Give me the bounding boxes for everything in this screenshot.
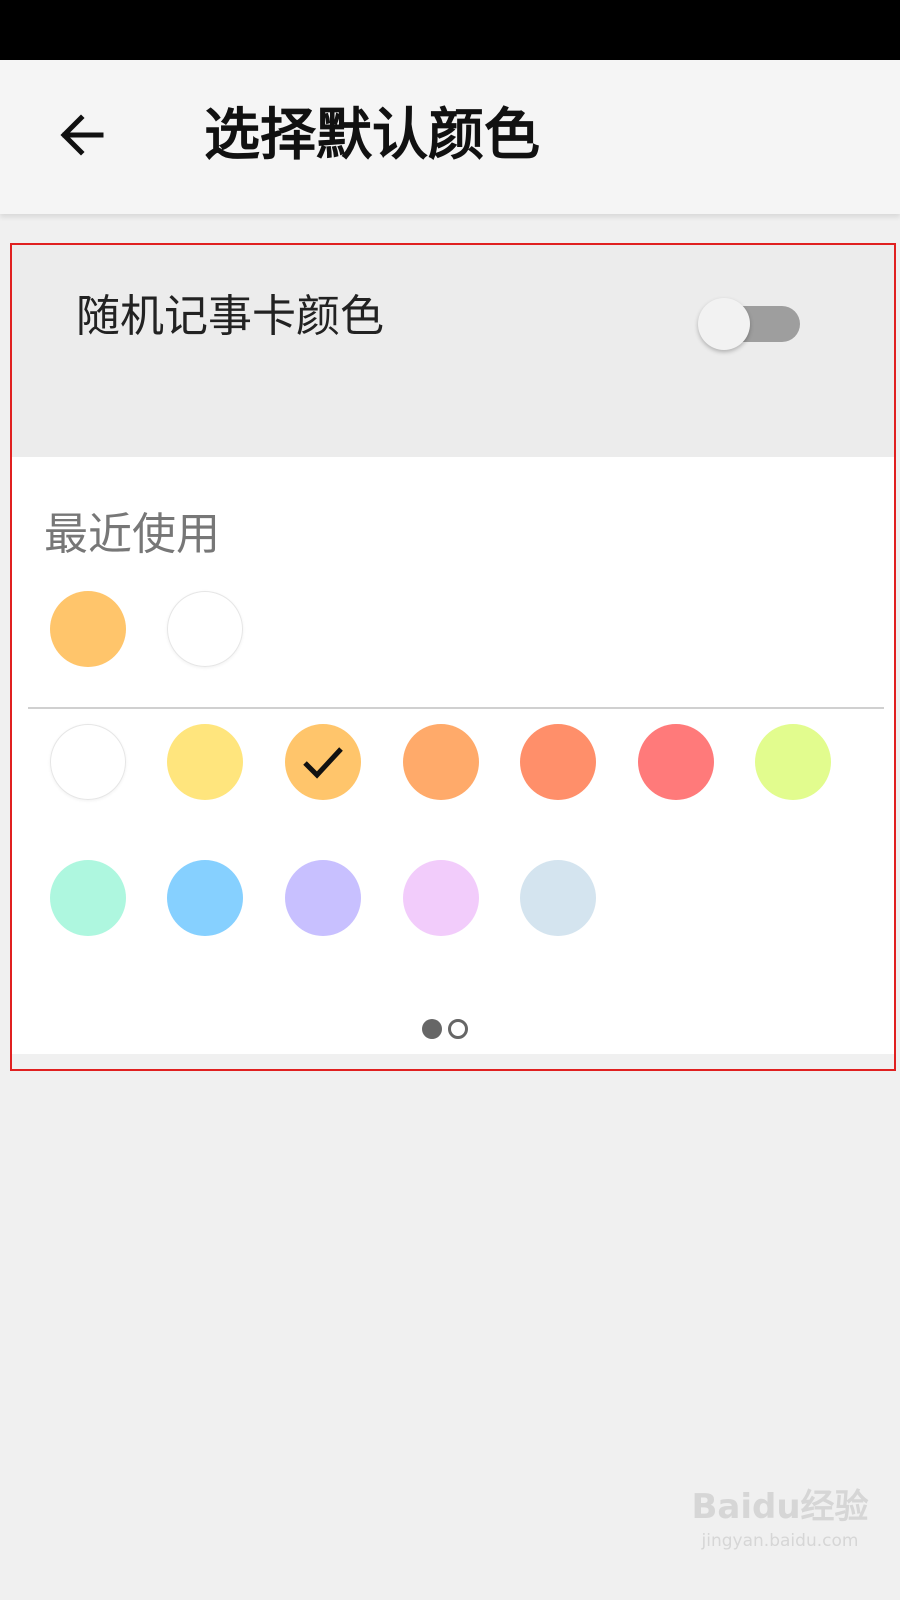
- app-bar: 选择默认颜色: [0, 60, 900, 214]
- highlight-frame: [10, 243, 896, 1071]
- status-bar: [0, 0, 900, 60]
- page-title: 选择默认颜色: [204, 103, 540, 168]
- watermark: Baidu经验 jingyan.baidu.com: [690, 1485, 870, 1585]
- watermark-logo: Baidu经验: [691, 1487, 869, 1527]
- arrow-left-icon: [60, 114, 104, 156]
- back-button[interactable]: [46, 100, 116, 170]
- watermark-url: jingyan.baidu.com: [701, 1531, 859, 1551]
